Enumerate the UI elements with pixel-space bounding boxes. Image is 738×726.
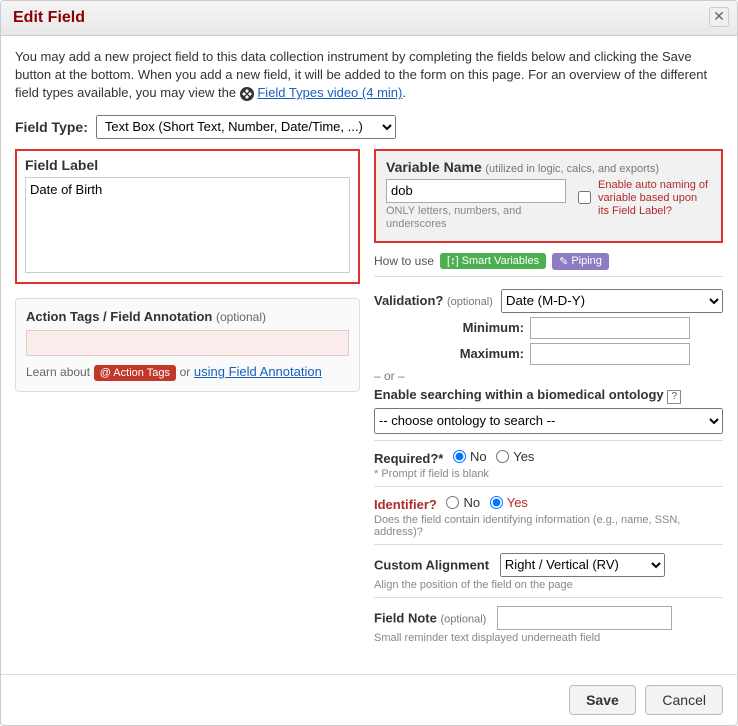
identifier-no-radio[interactable] bbox=[446, 496, 459, 509]
or-separator: – or – bbox=[374, 369, 723, 383]
action-tags-button[interactable]: @ Action Tags bbox=[94, 365, 176, 381]
swap-icon: [↕] bbox=[447, 255, 459, 267]
variable-name-sub: ONLY letters, numbers, and underscores bbox=[386, 205, 566, 231]
or-label: or bbox=[180, 365, 191, 379]
dialog-body: You may add a new project field to this … bbox=[1, 36, 737, 662]
required-title: Required?* bbox=[374, 451, 443, 466]
dialog-header: Edit Field ✕ bbox=[1, 1, 737, 36]
maximum-label: Maximum: bbox=[374, 346, 524, 361]
variable-name-input[interactable] bbox=[386, 179, 566, 203]
film-reel-icon bbox=[240, 87, 254, 101]
left-column: Field Label Action Tags / Field Annotati… bbox=[15, 149, 360, 392]
identifier-yes[interactable]: Yes bbox=[490, 495, 528, 510]
identifier-yes-radio[interactable] bbox=[490, 496, 503, 509]
field-note-optional: (optional) bbox=[440, 613, 486, 625]
field-label-box: Field Label bbox=[15, 149, 360, 284]
how-to-use-label: How to use bbox=[374, 254, 434, 268]
field-type-select[interactable]: Text Box (Short Text, Number, Date/Time,… bbox=[96, 115, 396, 139]
field-type-label: Field Type: bbox=[15, 119, 88, 135]
intro-part3: . bbox=[402, 85, 406, 100]
enable-auto-naming[interactable]: Enable auto naming of variable based upo… bbox=[574, 179, 711, 219]
required-yes-radio[interactable] bbox=[496, 450, 509, 463]
field-note-block: Field Note (optional) Small reminder tex… bbox=[374, 597, 723, 650]
alignment-select[interactable]: Right / Vertical (RV) bbox=[500, 553, 665, 577]
edit-field-dialog: Edit Field ✕ You may add a new project f… bbox=[0, 0, 738, 726]
maximum-input[interactable] bbox=[530, 343, 690, 365]
cancel-button[interactable]: Cancel bbox=[645, 685, 723, 715]
validation-block: Validation? (optional) Date (M-D-Y) Mini… bbox=[374, 276, 723, 440]
save-button[interactable]: Save bbox=[569, 685, 636, 715]
how-to-use-row: How to use [↕] Smart Variables ✎ Piping bbox=[374, 253, 723, 270]
enable-auto-label: Enable auto naming of variable based upo… bbox=[598, 179, 711, 219]
required-block: Required?* No Yes * Prompt if field is b… bbox=[374, 440, 723, 486]
identifier-block: Identifier? No Yes Does the field contai… bbox=[374, 486, 723, 544]
required-no[interactable]: No bbox=[453, 449, 487, 464]
action-tags-optional: (optional) bbox=[216, 310, 266, 324]
help-icon[interactable]: ? bbox=[667, 390, 681, 404]
field-label-title: Field Label bbox=[25, 157, 350, 173]
required-sub: * Prompt if field is blank bbox=[374, 468, 723, 480]
action-tags-title: Action Tags / Field Annotation bbox=[26, 309, 212, 324]
learn-about-label: Learn about bbox=[26, 365, 90, 379]
smart-variables-button[interactable]: [↕] Smart Variables bbox=[440, 253, 546, 269]
field-label-input[interactable] bbox=[25, 177, 350, 273]
minimum-input[interactable] bbox=[530, 317, 690, 339]
required-no-radio[interactable] bbox=[453, 450, 466, 463]
field-note-input[interactable] bbox=[497, 606, 672, 630]
minimum-label: Minimum: bbox=[374, 320, 524, 335]
validation-select[interactable]: Date (M-D-Y) bbox=[501, 289, 723, 313]
enable-auto-checkbox[interactable] bbox=[578, 180, 591, 216]
action-tags-input[interactable] bbox=[26, 330, 349, 356]
intro-text: You may add a new project field to this … bbox=[15, 48, 723, 103]
variable-name-title: Variable Name bbox=[386, 159, 482, 175]
identifier-no[interactable]: No bbox=[446, 495, 480, 510]
close-icon[interactable]: ✕ bbox=[709, 7, 729, 27]
variable-name-hint: (utilized in logic, calcs, and exports) bbox=[485, 163, 659, 175]
field-note-title: Field Note bbox=[374, 610, 437, 625]
field-type-row: Field Type: Text Box (Short Text, Number… bbox=[15, 115, 723, 139]
validation-title: Validation? bbox=[374, 293, 443, 308]
identifier-sub: Does the field contain identifying infor… bbox=[374, 514, 723, 538]
required-yes[interactable]: Yes bbox=[496, 449, 534, 464]
alignment-sub: Align the position of the field on the p… bbox=[374, 579, 723, 591]
piping-button[interactable]: ✎ Piping bbox=[552, 253, 609, 270]
ontology-select[interactable]: -- choose ontology to search -- bbox=[374, 408, 723, 434]
validation-optional: (optional) bbox=[447, 296, 493, 308]
right-column: Variable Name (utilized in logic, calcs,… bbox=[374, 149, 723, 650]
pencil-icon: ✎ bbox=[559, 255, 568, 268]
dialog-footer: Save Cancel bbox=[1, 674, 737, 725]
field-annotation-link[interactable]: using Field Annotation bbox=[194, 364, 322, 379]
alignment-title: Custom Alignment bbox=[374, 557, 489, 572]
field-note-sub: Small reminder text displayed underneath… bbox=[374, 632, 723, 644]
variable-name-box: Variable Name (utilized in logic, calcs,… bbox=[374, 149, 723, 243]
ontology-title: Enable searching within a biomedical ont… bbox=[374, 387, 664, 402]
action-tags-box: Action Tags / Field Annotation (optional… bbox=[15, 298, 360, 392]
field-types-video-link[interactable]: Field Types video (4 min) bbox=[257, 85, 402, 100]
identifier-title: Identifier? bbox=[374, 497, 437, 512]
alignment-block: Custom Alignment Right / Vertical (RV) A… bbox=[374, 544, 723, 597]
dialog-title: Edit Field bbox=[13, 9, 85, 26]
